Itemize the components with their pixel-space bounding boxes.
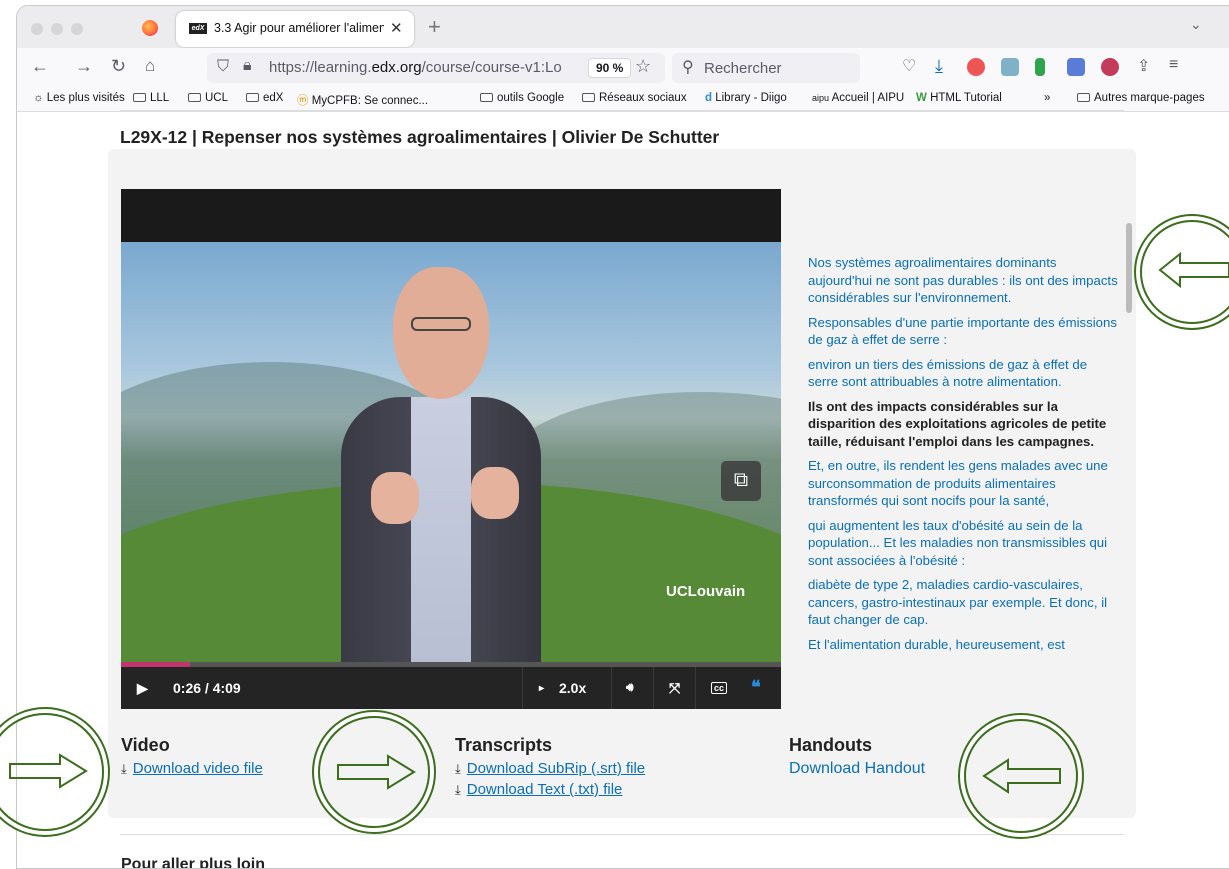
handouts-heading: Handouts bbox=[789, 735, 872, 755]
bookmarks-overflow-icon[interactable]: » bbox=[1044, 92, 1050, 104]
bookmarks-bar: ☼ Les plus visités LLL UCL edX ⓜ MyCPFB:… bbox=[17, 86, 1229, 112]
extension-icon[interactable] bbox=[967, 58, 985, 76]
video-title: L29X-12 | Repenser nos systèmes agroalim… bbox=[120, 127, 720, 147]
bookmark-other[interactable]: Autres marque-pages bbox=[1077, 92, 1205, 104]
video-controls: ▶ 0:26 / 4:09 ▸ 2.0x 🔊︎ ⤧ cc ❝ bbox=[121, 667, 781, 709]
bookmark-mycpfb[interactable]: ⓜ MyCPFB: Se connec... bbox=[297, 92, 428, 108]
video-player[interactable]: ⧉ UCLouvain ▶ 0:26 / 4:09 ▸ 2.0x 🔊︎ ⤧ cc… bbox=[121, 189, 781, 709]
play-icon[interactable]: ▶ bbox=[137, 680, 148, 697]
bookmark-diigo[interactable]: d Library - Diigo bbox=[705, 92, 787, 104]
transcript-line[interactable]: Et, en outre, ils rendent les gens malad… bbox=[808, 457, 1120, 510]
uclouvain-logo: UCLouvain bbox=[666, 583, 746, 600]
scrollbar-thumb[interactable] bbox=[1126, 223, 1132, 313]
bookmark-star-icon[interactable]: ☆ bbox=[635, 56, 651, 77]
closed-captions-icon[interactable]: cc bbox=[711, 682, 728, 694]
transcripts-download-section: Transcripts ⤓ Download SubRip (.srt) file… bbox=[455, 735, 645, 802]
download-txt-link[interactable]: ⤓ Download Text (.txt) file bbox=[455, 781, 645, 798]
download-video-link[interactable]: ⤓ Download video file bbox=[121, 760, 263, 777]
transcript-line[interactable]: Ils ont des impacts considérables sur la… bbox=[808, 398, 1120, 451]
bookmark-most-visited[interactable]: ☼ Les plus visités bbox=[33, 92, 125, 104]
video-download-section: Video ⤓ Download video file bbox=[121, 735, 263, 781]
bookmark-aipu[interactable]: aipu Accueil | AIPU bbox=[812, 92, 904, 104]
bookmark-ucl[interactable]: UCL bbox=[188, 92, 228, 104]
transcript-line[interactable]: Responsables d'une partie importante des… bbox=[808, 314, 1120, 349]
list-all-tabs-icon[interactable]: ⌄ bbox=[1190, 16, 1202, 33]
lock-icon[interactable]: 🔒︎ bbox=[243, 57, 252, 75]
transcript-line[interactable]: qui augmentent les taux d'obésité au sei… bbox=[808, 517, 1120, 570]
tab-bar: edX 3.3 Agir pour améliorer l'alimenta ✕… bbox=[17, 6, 1229, 48]
speed-caret-icon[interactable]: ▸ bbox=[539, 683, 544, 694]
divider bbox=[120, 834, 1124, 835]
firefox-view-icon[interactable] bbox=[142, 20, 158, 36]
download-icon: ⤓ bbox=[455, 782, 461, 797]
navigation-bar: ← → ↻ ⌂ ⛉ 🔒︎ https://learning.edx.org/co… bbox=[17, 48, 1229, 86]
new-tab-button[interactable]: + bbox=[428, 14, 441, 40]
right-arrow-icon bbox=[9, 753, 88, 789]
volume-icon[interactable]: 🔊︎ bbox=[626, 680, 634, 695]
transcript-panel[interactable]: Nos systèmes agroalimentaires dominants … bbox=[808, 254, 1120, 709]
back-icon[interactable]: ← bbox=[31, 56, 49, 77]
search-placeholder: Rechercher bbox=[704, 60, 782, 77]
extension-badge-icon[interactable] bbox=[1067, 58, 1085, 76]
edx-favicon-icon: edX bbox=[189, 23, 207, 34]
bookmark-outils-google[interactable]: outils Google bbox=[480, 92, 564, 104]
download-icon: ⤓ bbox=[121, 761, 127, 776]
url-text[interactable]: https://learning.edx.org/course/course-v… bbox=[269, 59, 577, 76]
close-tab-icon[interactable]: ✕ bbox=[390, 19, 403, 37]
share-icon[interactable]: ⇪ bbox=[1137, 56, 1150, 76]
download-srt-link[interactable]: ⤓ Download SubRip (.srt) file bbox=[455, 760, 645, 777]
picture-in-picture-icon[interactable]: ⧉ bbox=[721, 461, 761, 501]
home-icon[interactable]: ⌂ bbox=[145, 56, 155, 76]
close-window-button[interactable] bbox=[31, 23, 43, 35]
zoom-window-button[interactable] bbox=[71, 23, 83, 35]
zoom-level-badge[interactable]: 90 % bbox=[588, 58, 632, 78]
right-arrow-icon bbox=[337, 754, 416, 790]
left-arrow-icon bbox=[982, 758, 1061, 794]
transcript-toggle-icon[interactable]: ❝ bbox=[751, 677, 761, 698]
address-bar[interactable]: ⛉ 🔒︎ https://learning.edx.org/course/cou… bbox=[207, 53, 665, 83]
menu-icon[interactable]: ≡ bbox=[1169, 56, 1178, 74]
transcript-line[interactable]: environ un tiers des émissions de gaz à … bbox=[808, 356, 1120, 391]
download-handout-link[interactable]: Download Handout bbox=[789, 760, 925, 777]
bookmark-html-tutorial[interactable]: W HTML Tutorial bbox=[916, 92, 1002, 104]
transcript-line[interactable]: diabète de type 2, maladies cardio-vascu… bbox=[808, 576, 1120, 629]
speed-button[interactable]: 2.0x bbox=[559, 680, 586, 696]
search-icon: ⚲ bbox=[682, 59, 694, 76]
minimize-window-button[interactable] bbox=[51, 23, 63, 35]
pocket-icon[interactable]: ♡ bbox=[902, 56, 916, 76]
screenshot-icon[interactable] bbox=[1001, 58, 1019, 76]
video-time: 0:26 / 4:09 bbox=[173, 680, 241, 696]
search-bar[interactable]: ⚲ Rechercher bbox=[672, 53, 860, 83]
downloads-icon[interactable]: ⤓ bbox=[935, 56, 943, 77]
transcripts-heading: Transcripts bbox=[455, 735, 553, 755]
tab-active[interactable]: edX 3.3 Agir pour améliorer l'alimenta ✕ bbox=[176, 11, 414, 47]
bookmark-edx[interactable]: edX bbox=[246, 92, 283, 104]
left-arrow-icon bbox=[1158, 251, 1229, 289]
handouts-section: Handouts Download Handout bbox=[789, 735, 925, 778]
evernote-icon[interactable] bbox=[1035, 58, 1045, 76]
transcript-scrollbar[interactable] bbox=[1123, 189, 1135, 709]
forward-icon[interactable]: → bbox=[75, 56, 93, 77]
fullscreen-icon[interactable]: ⤧ bbox=[669, 680, 680, 697]
ublock-icon[interactable] bbox=[1101, 58, 1119, 76]
tracking-shield-icon[interactable]: ⛉ bbox=[217, 58, 229, 76]
section-heading: Pour aller plus loin bbox=[121, 856, 266, 869]
transcript-line[interactable]: Et l'alimentation durable, heureusement,… bbox=[808, 636, 1120, 654]
divider bbox=[120, 110, 1124, 111]
video-heading: Video bbox=[121, 735, 170, 755]
reload-icon[interactable]: ↻ bbox=[111, 56, 126, 77]
bookmark-reseaux-sociaux[interactable]: Réseaux sociaux bbox=[582, 92, 687, 104]
download-icon: ⤓ bbox=[455, 761, 461, 776]
transcript-line[interactable]: Nos systèmes agroalimentaires dominants … bbox=[808, 254, 1120, 307]
tab-title: 3.3 Agir pour améliorer l'alimenta bbox=[214, 21, 384, 35]
bookmark-lll[interactable]: LLL bbox=[133, 92, 169, 104]
